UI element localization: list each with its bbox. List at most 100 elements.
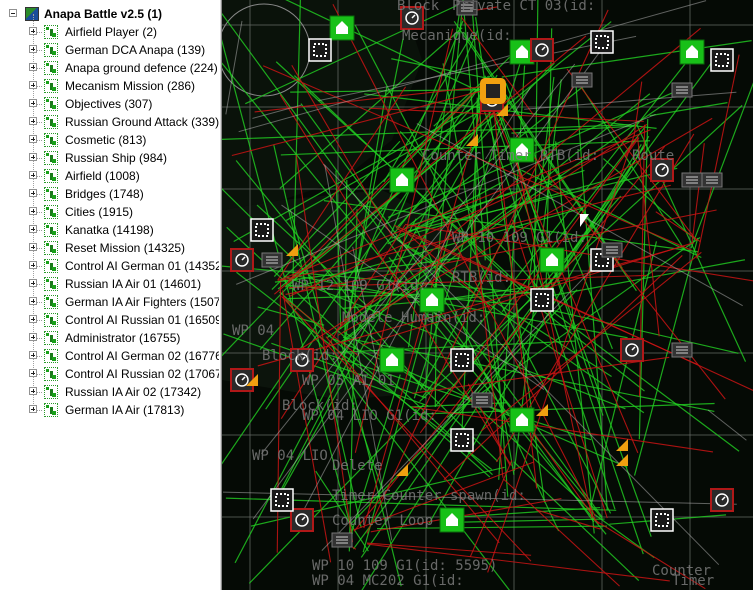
tree-item-label: Reset Mission (14325) <box>65 241 186 255</box>
group-icon <box>44 385 58 399</box>
map-label: Block <box>397 0 440 14</box>
group-icon <box>44 331 58 345</box>
map-label: Modele Humain(id: <box>342 310 485 326</box>
tree-item-label: Kanatka (14198) <box>65 223 154 237</box>
group-icon <box>44 43 58 57</box>
tree-root-label: Anapa Battle v2.5 (1) <box>44 7 163 21</box>
group-icon <box>44 295 58 309</box>
group-icon <box>44 241 58 255</box>
expand-icon[interactable] <box>29 27 37 35</box>
tree-item-label: German IA Air Fighters (1507 <box>65 295 220 309</box>
entity-block <box>650 508 674 532</box>
tree-item-label: Control AI Russian 01 (16509) <box>65 313 220 327</box>
expand-icon[interactable] <box>29 207 37 215</box>
tree-item-label: Anapa ground defence (224) <box>65 61 218 75</box>
group-icon <box>44 277 58 291</box>
group-icon <box>44 223 58 237</box>
expand-icon[interactable] <box>29 153 37 161</box>
map-label: WP 04 <box>232 323 274 339</box>
expand-icon[interactable] <box>29 279 37 287</box>
group-icon <box>44 367 58 381</box>
map-label: WP 12 109 G1(id: <box>292 278 427 294</box>
mission-app-icon <box>25 7 39 21</box>
expand-icon[interactable] <box>29 99 37 107</box>
tree-item-label: Control AI German 02 (16776 <box>65 349 220 363</box>
group-icon <box>44 313 58 327</box>
group-icon <box>44 97 58 111</box>
group-icon <box>44 133 58 147</box>
expand-icon[interactable] <box>29 225 37 233</box>
expand-icon[interactable] <box>29 387 37 395</box>
group-icon <box>44 259 58 273</box>
map-label: WP 04 MC202 G1(id: <box>312 573 464 589</box>
mouse-cursor-icon <box>580 214 589 227</box>
group-icon <box>44 151 58 165</box>
group-icon <box>44 61 58 75</box>
map-label: RTB(id: <box>452 270 511 286</box>
map-label: WP 04 LIO G1(id: <box>302 408 437 424</box>
expand-icon[interactable] <box>29 171 37 179</box>
expand-icon[interactable] <box>29 189 37 197</box>
expand-icon[interactable] <box>29 81 37 89</box>
expand-icon[interactable] <box>29 369 37 377</box>
tree-item-label: Cities (1915) <box>65 205 134 219</box>
entity-block <box>270 488 294 512</box>
entity-block <box>250 218 274 242</box>
group-icon <box>44 349 58 363</box>
map-label: WP 10 109 G1(id: <box>452 230 587 246</box>
entity-block <box>590 30 614 54</box>
tree-item-label: Bridges (1748) <box>65 187 144 201</box>
tree-item-label: Russian IA Air 02 (17342) <box>65 385 202 399</box>
map-label: Counter Timer RTB(id: <box>422 148 599 164</box>
map-label: Route <box>632 148 674 164</box>
tree-item-label: Objectives (307) <box>65 97 153 111</box>
entity-block <box>530 288 554 312</box>
tree-item-label: Russian Ground Attack (339) <box>65 115 220 129</box>
tree-item-label: Cosmetic (813) <box>65 133 147 147</box>
entity-block <box>450 428 474 452</box>
expand-icon[interactable] <box>29 315 37 323</box>
expand-icon[interactable] <box>29 243 37 251</box>
expand-icon[interactable] <box>29 117 37 125</box>
tree-item-label: Control AI Russian 02 (17067) <box>65 367 220 381</box>
expand-icon[interactable] <box>29 135 37 143</box>
group-icon <box>44 403 58 417</box>
map-label: Timer Counter spawn(id: <box>332 488 526 504</box>
map-label: Counter Loop <box>332 513 433 529</box>
map-label: Private CT 03(id: <box>452 0 595 14</box>
group-icon <box>44 187 58 201</box>
group-icon <box>44 115 58 129</box>
expand-icon[interactable] <box>29 297 37 305</box>
entity-block <box>710 48 734 72</box>
expand-icon[interactable] <box>29 405 37 413</box>
mission-map-canvas[interactable]: Block Private CT 03(id: Mecanique(id: Count… <box>222 0 753 590</box>
mission-graph[interactable]: Block Private CT 03(id: Mecanique(id: Count… <box>222 0 753 590</box>
expand-icon[interactable] <box>29 351 37 359</box>
map-label: WP 05 AI 01 <box>302 373 395 389</box>
entity-block <box>450 348 474 372</box>
mission-tree-panel: Anapa Battle v2.5 (1) Airfield Player (2… <box>0 0 220 590</box>
map-label: Delete <box>332 458 383 474</box>
group-icon <box>44 79 58 93</box>
tree-item-label: German IA Air (17813) <box>65 403 185 417</box>
map-label: Block(id: <box>262 348 338 364</box>
expand-icon[interactable] <box>29 45 37 53</box>
tree-item-label: Russian IA Air 01 (14601) <box>65 277 202 291</box>
tree-item-label: Mecanism Mission (286) <box>65 79 196 93</box>
map-label: Mecanique(id: <box>402 28 512 44</box>
ai-plane-icon <box>486 84 500 98</box>
tree-item-label: Control AI German 01 (14352 <box>65 259 220 273</box>
tree-item-label: Airfield Player (2) <box>65 25 158 39</box>
map-label: Timer <box>672 573 714 589</box>
group-icon <box>44 205 58 219</box>
group-icon <box>44 25 58 39</box>
group-icon <box>44 169 58 183</box>
expand-icon[interactable] <box>29 261 37 269</box>
tree-item-label: Airfield (1008) <box>65 169 140 183</box>
map-label: WP 10 109 G1(id: 5595) <box>312 558 497 574</box>
expand-icon[interactable] <box>29 63 37 71</box>
tree-item-label: Administrator (16755) <box>65 331 181 345</box>
map-label: WP 04 LIO <box>252 448 328 464</box>
expand-icon[interactable] <box>29 333 37 341</box>
collapse-icon[interactable] <box>9 9 17 17</box>
